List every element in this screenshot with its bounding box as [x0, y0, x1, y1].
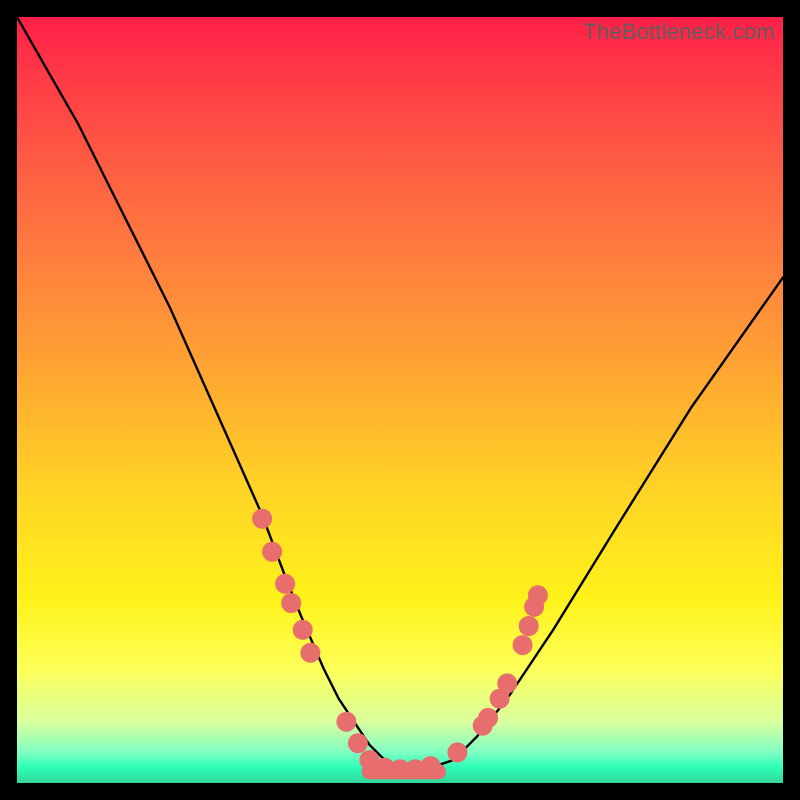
chart-svg [17, 17, 783, 783]
bottleneck-curve-path [17, 17, 783, 768]
highlighted-points [252, 509, 548, 780]
outer-frame: TheBottleneck.com [0, 0, 800, 800]
plot-area: TheBottleneck.com [17, 17, 783, 783]
